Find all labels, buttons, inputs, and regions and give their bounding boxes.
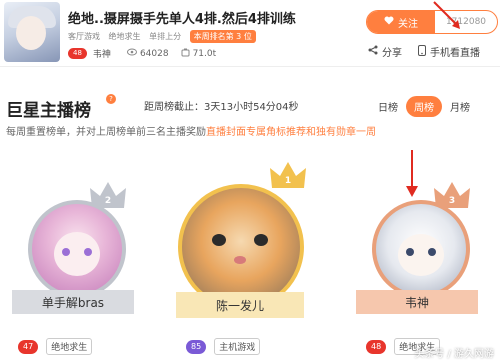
rank-card-3[interactable]: 3 韦神 xyxy=(352,178,482,328)
streamer-stats: 48 韦神 64028 71.0t xyxy=(68,47,216,60)
annotation-arrow-icon xyxy=(406,150,418,197)
weight-value: 71.0t xyxy=(192,48,217,59)
tab-weekly[interactable]: 周榜 xyxy=(406,96,442,117)
tab-monthly[interactable]: 月榜 xyxy=(442,96,478,117)
tag-link[interactable]: 单排上分 xyxy=(149,32,181,41)
rank-number: 1 xyxy=(284,176,292,186)
heart-icon xyxy=(384,16,394,28)
streamer-name[interactable]: 单手解bras xyxy=(42,294,104,311)
phone-icon xyxy=(418,44,426,59)
board-tabs: 日榜 周榜 月榜 xyxy=(370,96,478,117)
board-title: 巨星主播榜 xyxy=(6,101,91,121)
name-ribbon: 韦神 xyxy=(356,290,478,314)
follow-button[interactable]: 关注 xyxy=(367,11,435,33)
streamer-name[interactable]: 韦神 xyxy=(405,294,429,311)
streamer-header: 绝地..摄屏摄手先单人4排.然后4排训练 客厅游戏 绝地求生 单排上分 本周排名… xyxy=(0,0,500,67)
level-badge: 48 xyxy=(68,48,87,59)
streamer-name[interactable]: 韦神 xyxy=(93,47,111,60)
annotation-arrow-icon xyxy=(433,1,460,29)
rank-number: 3 xyxy=(448,196,456,206)
mobile-watch-button[interactable]: 手机看直播 xyxy=(418,44,480,59)
game-tag[interactable]: 绝地求生 xyxy=(46,338,93,355)
weight-icon xyxy=(181,48,190,60)
weekly-rank-badge[interactable]: 本周排名第 3 位 xyxy=(189,30,256,43)
rank-card-1[interactable]: 1 陈一发儿 xyxy=(172,160,308,330)
stream-category: 客厅游戏 绝地求生 单排上分 本周排名第 3 位 xyxy=(68,30,262,43)
rank-1-footer: 85 主机游戏 xyxy=(186,338,261,355)
share-button[interactable]: 分享 xyxy=(368,44,402,59)
help-icon[interactable]: ? xyxy=(106,94,116,104)
streamer-avatar-2[interactable] xyxy=(28,200,126,298)
board-deadline: 距周榜截止：3天13小时54分04秒 xyxy=(144,102,299,113)
rank-number: 2 xyxy=(104,196,112,206)
game-tag[interactable]: 主机游戏 xyxy=(214,338,261,355)
share-icon xyxy=(368,45,378,58)
game-link[interactable]: 绝地求生 xyxy=(109,32,141,41)
category-link[interactable]: 客厅游戏 xyxy=(68,32,100,41)
rank-card-2[interactable]: 2 单手解bras xyxy=(8,178,138,328)
name-ribbon: 陈一发儿 xyxy=(176,292,304,318)
description-text: 每周重置榜单，并对上周榜单前三名主播奖励 xyxy=(6,127,206,138)
share-label: 分享 xyxy=(382,48,402,59)
streamer-avatar[interactable] xyxy=(4,2,60,62)
follow-label: 关注 xyxy=(398,18,418,30)
streamer-name[interactable]: 陈一发儿 xyxy=(216,297,264,314)
watermark: 头条号 / 游久网游 xyxy=(414,349,494,360)
eye-icon xyxy=(126,48,137,59)
mobile-watch-label: 手机看直播 xyxy=(430,48,480,59)
viewer-count: 64028 xyxy=(139,48,169,59)
streamer-avatar-3[interactable] xyxy=(372,200,470,298)
level-badge: 85 xyxy=(186,339,207,354)
level-badge: 48 xyxy=(366,339,387,354)
board-description: 每周重置榜单，并对上周榜单前三名主播奖励直播封面专属角标推荐和独有勋章一周 xyxy=(6,123,376,138)
name-ribbon: 单手解bras xyxy=(12,290,134,314)
stream-title: 绝地..摄屏摄手先单人4排.然后4排训练 xyxy=(68,12,296,27)
level-badge: 47 xyxy=(18,339,39,354)
description-highlight: 直播封面专属角标推荐和独有勋章一周 xyxy=(206,127,376,138)
tab-daily[interactable]: 日榜 xyxy=(370,96,406,117)
rank-2-footer: 47 绝地求生 xyxy=(18,338,93,355)
